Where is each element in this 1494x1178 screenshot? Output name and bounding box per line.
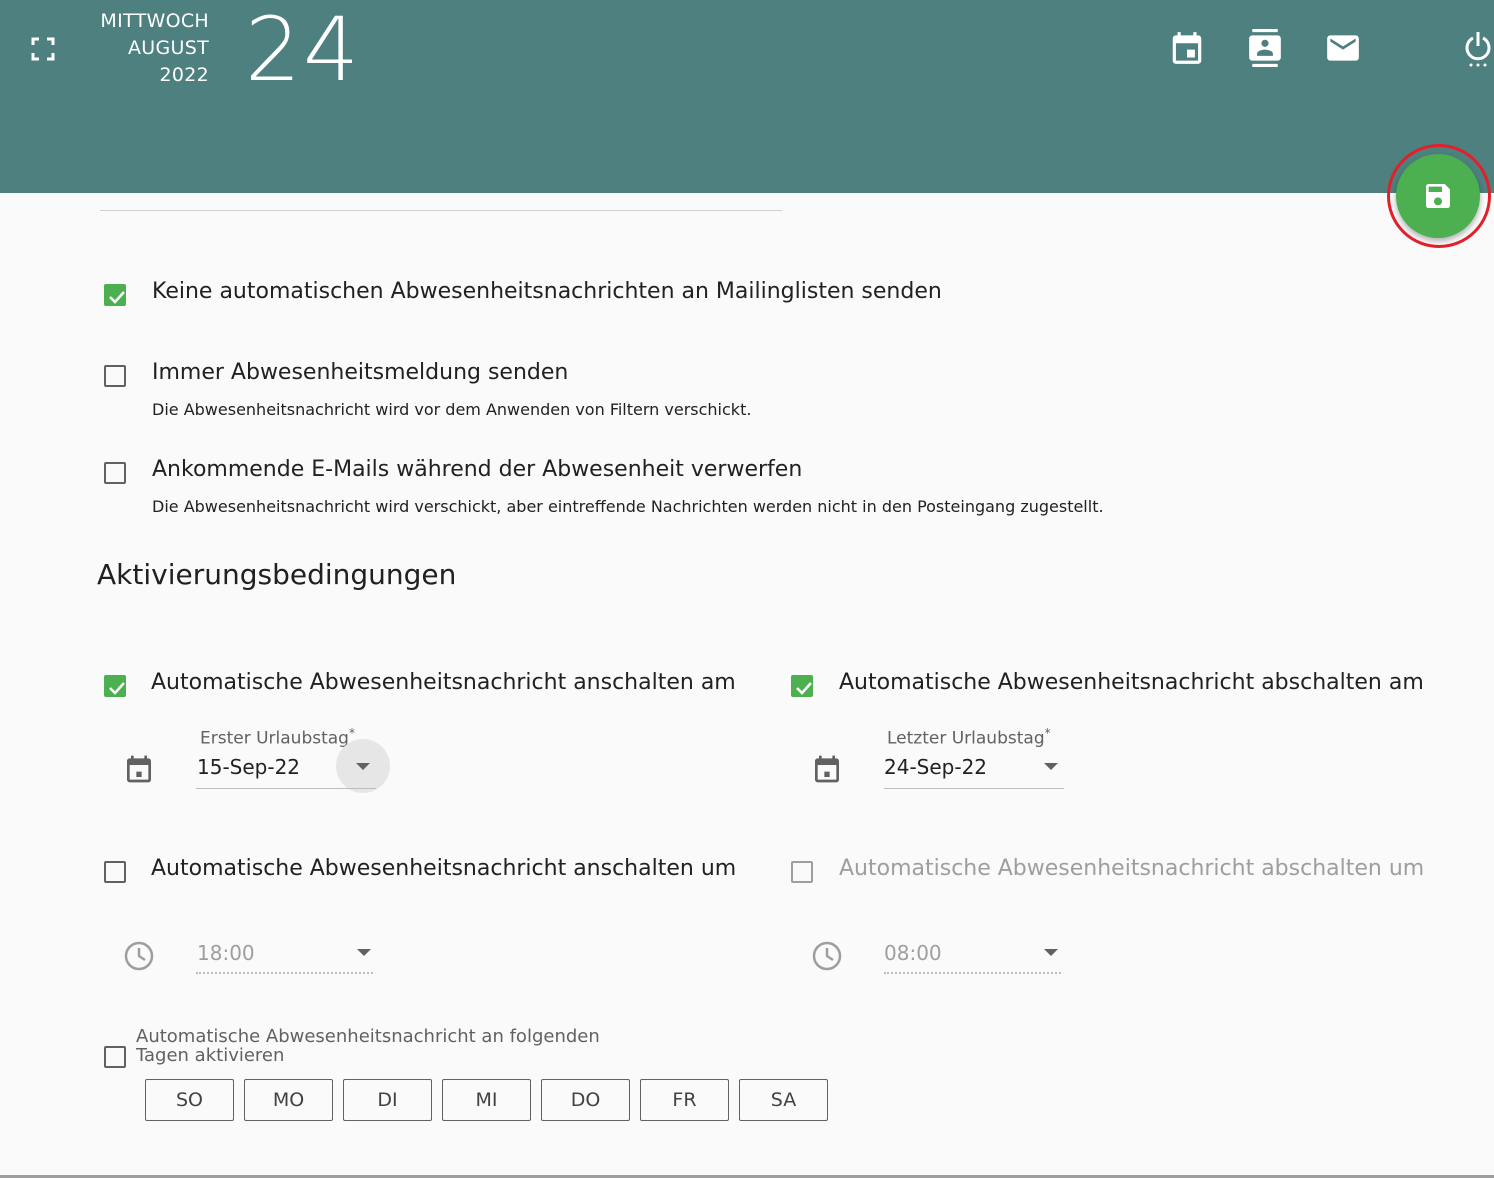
start-time-checkbox[interactable]: [104, 861, 126, 883]
start-time-underline: [196, 972, 373, 974]
app-header: MITTWOCH AUGUST 2022 24: [0, 0, 1494, 193]
weekdays-label: Automatische Abwesenheitsnachricht an fo…: [136, 1026, 600, 1066]
day-button-fr[interactable]: FR: [640, 1079, 729, 1121]
mail-icon[interactable]: [1324, 29, 1362, 67]
start-date-field-label: Erster Urlaubstag*: [200, 726, 355, 749]
no-mailinglists-label: Keine automatischen Abwesenheitsnachrich…: [152, 279, 942, 304]
end-time-input[interactable]: 08:00: [884, 940, 942, 966]
end-date-input[interactable]: 24-Sep-22: [884, 754, 987, 780]
end-date-label: Automatische Abwesenheitsnachricht absch…: [839, 670, 1424, 695]
day-button-sa[interactable]: SA: [739, 1079, 828, 1121]
save-icon: [1426, 184, 1450, 208]
header-month: AUGUST: [127, 37, 209, 59]
start-date-label: Automatische Abwesenheitsnachricht ansch…: [151, 670, 736, 695]
header-weekday: MITTWOCH: [100, 10, 209, 32]
header-date: MITTWOCH AUGUST 2022: [60, 8, 209, 89]
previous-field-underline: [100, 210, 782, 211]
start-date-underline: [196, 788, 376, 789]
power-icon[interactable]: [1462, 29, 1494, 67]
discard-incoming-hint: Die Abwesenheitsnachricht wird verschick…: [152, 497, 1104, 516]
day-button-do[interactable]: DO: [541, 1079, 630, 1121]
day-button-mo[interactable]: MO: [244, 1079, 333, 1121]
contacts-icon[interactable]: [1246, 29, 1284, 67]
calendar-icon: [123, 753, 155, 785]
day-button-so[interactable]: SO: [145, 1079, 234, 1121]
clock-icon: [123, 940, 155, 972]
day-button-di[interactable]: DI: [343, 1079, 432, 1121]
activation-title: Aktivierungsbedingungen: [97, 558, 457, 591]
header-year: 2022: [159, 64, 209, 86]
end-date-underline: [884, 788, 1064, 789]
discard-incoming-label: Ankommende E-Mails während der Abwesenhe…: [152, 457, 803, 482]
start-time-input[interactable]: 18:00: [197, 940, 255, 966]
end-time-label: Automatische Abwesenheitsnachricht absch…: [839, 856, 1425, 881]
calendar-icon: [811, 753, 843, 785]
day-button-mi[interactable]: MI: [442, 1079, 531, 1121]
header-day: 24: [245, 0, 361, 101]
always-send-checkbox[interactable]: [104, 365, 126, 387]
calendar-icon[interactable]: [1168, 29, 1206, 67]
always-send-label: Immer Abwesenheitsmeldung senden: [152, 360, 569, 385]
start-time-dropdown-icon[interactable]: [357, 949, 371, 956]
end-time-underline: [884, 972, 1061, 974]
end-time-dropdown-icon[interactable]: [1044, 949, 1058, 956]
end-date-checkbox[interactable]: [791, 675, 813, 697]
end-date-field-label: Letzter Urlaubstag*: [887, 726, 1051, 749]
start-date-dropdown-icon[interactable]: [356, 763, 370, 770]
always-send-hint: Die Abwesenheitsnachricht wird vor dem A…: [152, 400, 752, 419]
start-date-input[interactable]: 15-Sep-22: [197, 754, 300, 780]
clock-icon: [811, 940, 843, 972]
end-time-checkbox[interactable]: [791, 861, 813, 883]
weekdays-checkbox[interactable]: [104, 1046, 126, 1068]
save-button[interactable]: [1396, 154, 1480, 238]
discard-incoming-checkbox[interactable]: [104, 462, 126, 484]
start-date-checkbox[interactable]: [104, 675, 126, 697]
fullscreen-icon[interactable]: [30, 36, 56, 62]
start-time-label: Automatische Abwesenheitsnachricht ansch…: [151, 856, 737, 881]
end-date-dropdown-icon[interactable]: [1044, 763, 1058, 770]
no-mailinglists-checkbox[interactable]: [104, 284, 126, 306]
